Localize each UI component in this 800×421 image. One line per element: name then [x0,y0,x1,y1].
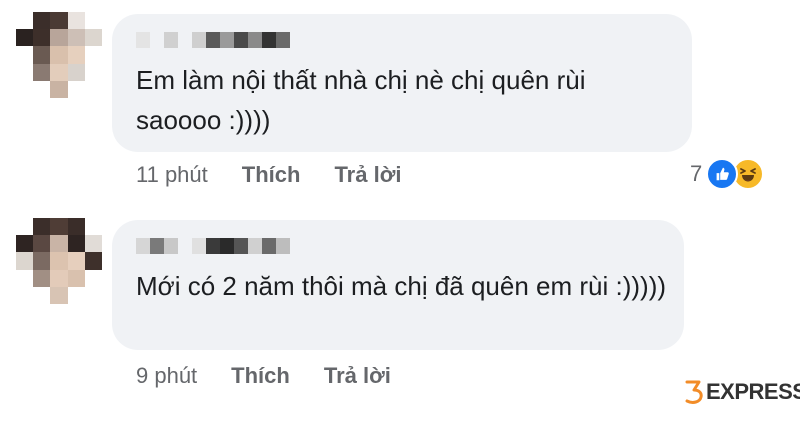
avatar[interactable] [16,218,102,304]
avatar[interactable] [16,12,102,98]
reaction-count: 7 [690,161,703,186]
brand-mark-icon [685,380,703,404]
comment-bubble: Mới có 2 năm thôi mà chị đã quên em rùi … [112,220,684,350]
comment-timestamp[interactable]: 11 phút [136,162,208,188]
like-button[interactable]: Thích [242,162,301,188]
comment-text: Mới có 2 năm thôi mà chị đã quên em rùi … [136,271,667,301]
like-button[interactable]: Thích [231,363,290,389]
comment-bubble: Em làm nội thất nhà chị nè chị quên rùi … [112,14,692,152]
like-icon [706,158,739,190]
comment-timestamp[interactable]: 9 phút [136,363,197,389]
reply-button[interactable]: Trả lời [334,162,401,188]
watermark-logo: EXPRESS [684,378,800,406]
comment-actions: 11 phút Thích Trả lời [136,162,435,188]
comment-actions: 9 phút Thích Trả lời [136,363,425,389]
reaction-summary[interactable]: 7 [690,158,765,190]
comment-text: Em làm nội thất nhà chị nè chị quên rùi … [136,65,586,135]
watermark-text: EXPRESS [706,379,800,404]
author-name-redacted[interactable] [136,32,290,48]
author-name-redacted[interactable] [136,238,290,254]
reply-button[interactable]: Trả lời [324,363,391,389]
